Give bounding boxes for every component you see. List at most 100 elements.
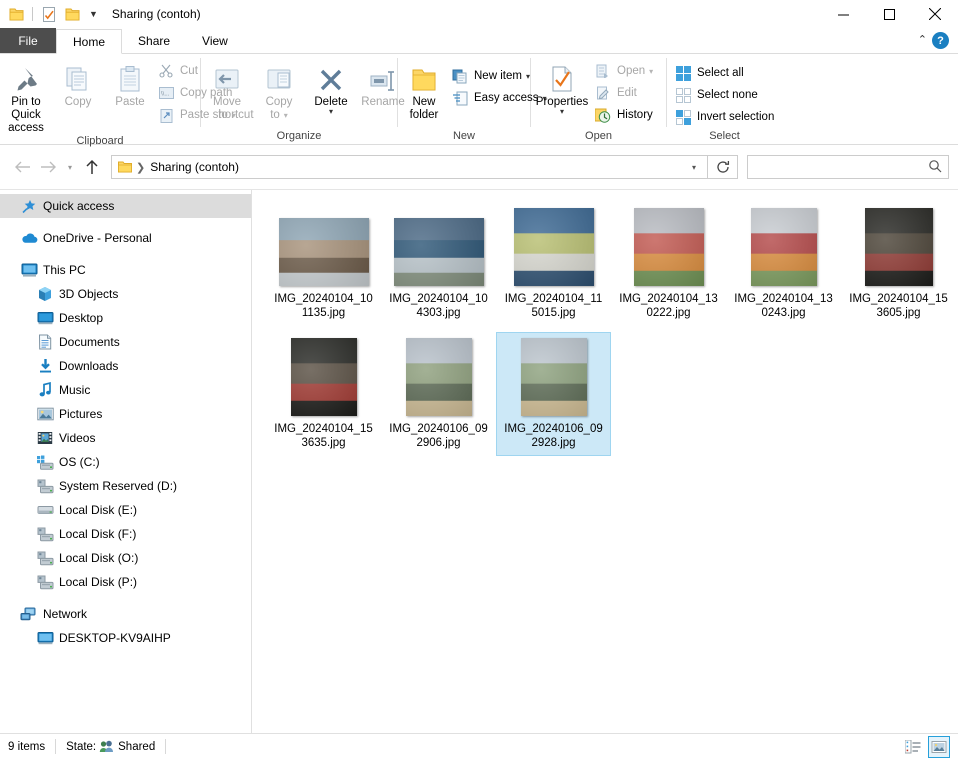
breadcrumb-current-folder[interactable]: Sharing (contoh) [150,160,239,174]
file-item[interactable]: IMG_20240104_13 0222.jpg [611,202,726,326]
open-small-buttons: Open ▾ Edit History [593,59,659,126]
customize-dropdown-icon[interactable]: ▼ [85,9,102,19]
cut-label: Cut [180,65,198,77]
file-grid: IMG_20240104_10 1135.jpg IMG_20240104_10 43… [266,202,958,462]
file-item[interactable]: IMG_20240104_11 5015.jpg [496,202,611,326]
large-icons-view-button[interactable] [928,735,950,758]
back-button[interactable] [9,154,35,180]
history-label: History [617,109,653,121]
sidebar-item-videos[interactable]: Videos [0,426,251,450]
tab-file[interactable]: File [0,28,56,53]
properties-icon[interactable] [39,4,59,24]
photo-thumbnail [393,218,484,286]
forward-button[interactable] [35,154,61,180]
sidebar-item-downloads[interactable]: Downloads [0,354,251,378]
search-input[interactable] [754,159,924,175]
ribbon-group-select: Select all Select none Invert selection [667,54,782,145]
new-item-caret-icon[interactable]: ▾ [526,72,530,81]
copy-to-label-line2: to ▾ [270,109,288,121]
sidebar-item-pictures[interactable]: Pictures [0,402,251,426]
file-item[interactable]: IMG_20240104_15 3635.jpg [266,332,381,456]
file-name-line1: IMG_20240104_15 [274,423,373,435]
edit-button[interactable]: Edit [593,82,659,104]
close-button[interactable] [912,0,958,28]
copy-to-icon [265,61,293,93]
minimize-button[interactable] [820,0,866,28]
delete-caret-icon[interactable]: ▾ [329,108,333,116]
sidebar-item-system-reserved-d[interactable]: System Reserved (D:) [0,474,251,498]
copy-to-label-line1: Copy [265,96,293,108]
chevron-up-icon[interactable]: ⌃ [918,35,927,46]
select-all-button[interactable]: Select all [673,62,780,84]
refresh-button[interactable] [708,155,738,179]
sidebar-item-label: OneDrive - Personal [43,231,152,245]
tab-share[interactable]: Share [122,28,187,53]
sidebar-item-desktop[interactable]: Desktop [0,306,251,330]
file-item[interactable]: IMG_20240104_10 1135.jpg [266,202,381,326]
sidebar-item-network[interactable]: Network [0,602,251,626]
thumbnail-container [513,208,594,286]
sidebar-item-quick-access[interactable]: Quick access [0,194,251,218]
paste-button[interactable]: Paste [104,59,156,109]
select-none-label: Select none [697,89,758,101]
thumbnail-container [405,338,472,416]
copy-label: Copy [64,96,92,108]
sidebar-item-label: Downloads [59,359,119,373]
breadcrumb-separator-icon[interactable]: ❯ [133,161,150,174]
help-icon[interactable]: ? [932,32,949,49]
file-item[interactable]: IMG_20240104_13 0243.jpg [726,202,841,326]
maximize-button[interactable] [866,0,912,28]
ribbon-tab-strip: File Home Share View ⌃ ? [0,28,958,54]
search-box[interactable] [747,155,949,179]
open-caret-icon[interactable]: ▾ [649,67,653,76]
up-button[interactable] [79,154,105,180]
sidebar-item-local-disk-f[interactable]: Local Disk (F:) [0,522,251,546]
new-folder-button[interactable]: New folder [398,59,450,122]
tab-view[interactable]: View [186,28,244,53]
pin-icon [12,61,40,93]
folder-icon[interactable] [6,4,26,24]
breadcrumb-dropdown-icon[interactable]: ▾ [685,163,703,172]
file-list-view[interactable]: IMG_20240104_10 1135.jpg IMG_20240104_10 43… [252,190,958,733]
file-item[interactable]: IMG_20240104_10 4303.jpg [381,202,496,326]
file-item[interactable]: IMG_20240104_15 3605.jpg [841,202,956,326]
file-item[interactable]: IMG_20240106_09 2906.jpg [381,332,496,456]
edit-label: Edit [617,87,637,99]
sidebar-item-desktop-kv9aihp[interactable]: DESKTOP-KV9AIHP [0,626,251,650]
properties-button[interactable]: Properties ▾ [531,59,593,116]
pin-to-quick-access-button[interactable]: Pin to Quick access [0,59,52,135]
history-button[interactable]: History [593,104,659,126]
open-button[interactable]: Open ▾ [593,60,659,82]
copy-button[interactable]: Copy [52,59,104,109]
sidebar-item-documents[interactable]: Documents [0,330,251,354]
sidebar-item-3d-objects[interactable]: 3D Objects [0,282,251,306]
ribbon: Pin to Quick access Copy Paste Cut \\...… [0,53,958,147]
sidebar-item-local-disk-p[interactable]: Local Disk (P:) [0,570,251,594]
new-folder-icon[interactable] [62,4,82,24]
file-item[interactable]: IMG_20240106_09 2928.jpg [496,332,611,456]
sidebar-item-local-disk-o[interactable]: Local Disk (O:) [0,546,251,570]
breadcrumb[interactable]: ❯ Sharing (contoh) ▾ [111,155,708,179]
sidebar-item-this-pc[interactable]: This PC [0,258,251,282]
explorer-body: Quick access OneDrive - Personal This PC 3D… [0,189,958,733]
sidebar-item-os-c[interactable]: OS (C:) [0,450,251,474]
thumbnail-container [278,208,369,286]
copy-to-button[interactable]: Copy to ▾ [253,59,305,122]
sidebar-item-label: Music [59,383,91,397]
ribbon-group-organize: Move to ▾ Copy to ▾ Delete ▾ Rename Orga… [201,54,405,145]
sidebar-item-music[interactable]: Music [0,378,251,402]
recent-locations-button[interactable]: ▾ [61,154,79,180]
open-label: Open [617,65,646,77]
properties-caret-icon[interactable]: ▾ [560,108,564,116]
invert-selection-button[interactable]: Invert selection [673,106,780,128]
delete-button[interactable]: Delete ▾ [305,59,357,116]
details-view-button[interactable] [902,736,924,758]
select-none-button[interactable]: Select none [673,84,780,106]
drive-icon [34,527,56,542]
sidebar-item-label: Documents [59,335,120,349]
tab-home[interactable]: Home [56,29,123,54]
sidebar-item-onedrive-personal[interactable]: OneDrive - Personal [0,226,251,250]
sidebar-item-local-disk-e[interactable]: Local Disk (E:) [0,498,251,522]
move-to-button[interactable]: Move to ▾ [201,59,253,122]
file-name-line1: IMG_20240104_10 [389,293,488,305]
